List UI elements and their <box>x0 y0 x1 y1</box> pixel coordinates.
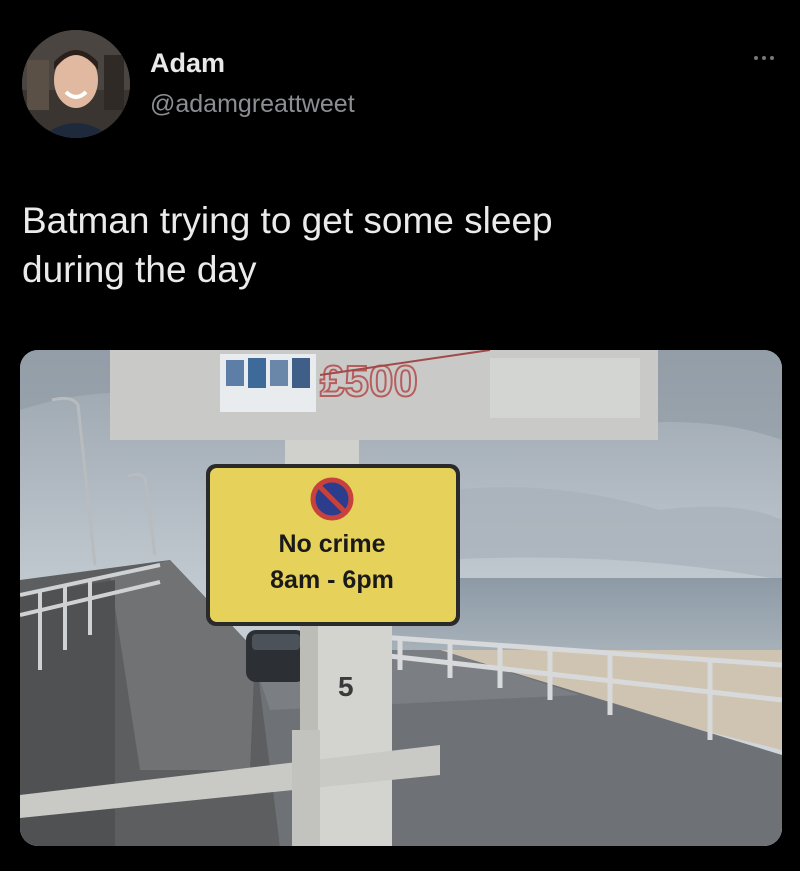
tweet-photo[interactable]: £500 No crime 8am - 6pm 5 <box>20 350 782 846</box>
photo-scene: £500 No crime 8am - 6pm 5 <box>20 350 782 846</box>
top-board: £500 <box>110 350 658 440</box>
pole-number: 5 <box>338 671 354 702</box>
tweet-text-line: Batman trying to get some sleep <box>22 200 553 241</box>
board-price: £500 <box>320 357 418 406</box>
sign-line-2: 8am - 6pm <box>270 566 394 594</box>
sign-line-1: No crime <box>279 530 386 558</box>
more-options-icon[interactable] <box>749 48 779 68</box>
tweet-text-line: during the day <box>22 249 257 290</box>
avatar-photo <box>22 30 130 138</box>
no-crime-sign: No crime 8am - 6pm <box>206 464 460 626</box>
parked-car <box>246 630 306 682</box>
tweet-text: Batman trying to get some sleep during t… <box>22 196 762 294</box>
author-name[interactable]: Adam <box>150 48 225 79</box>
author-handle[interactable]: @adamgreattweet <box>150 90 355 119</box>
avatar[interactable] <box>22 30 130 138</box>
